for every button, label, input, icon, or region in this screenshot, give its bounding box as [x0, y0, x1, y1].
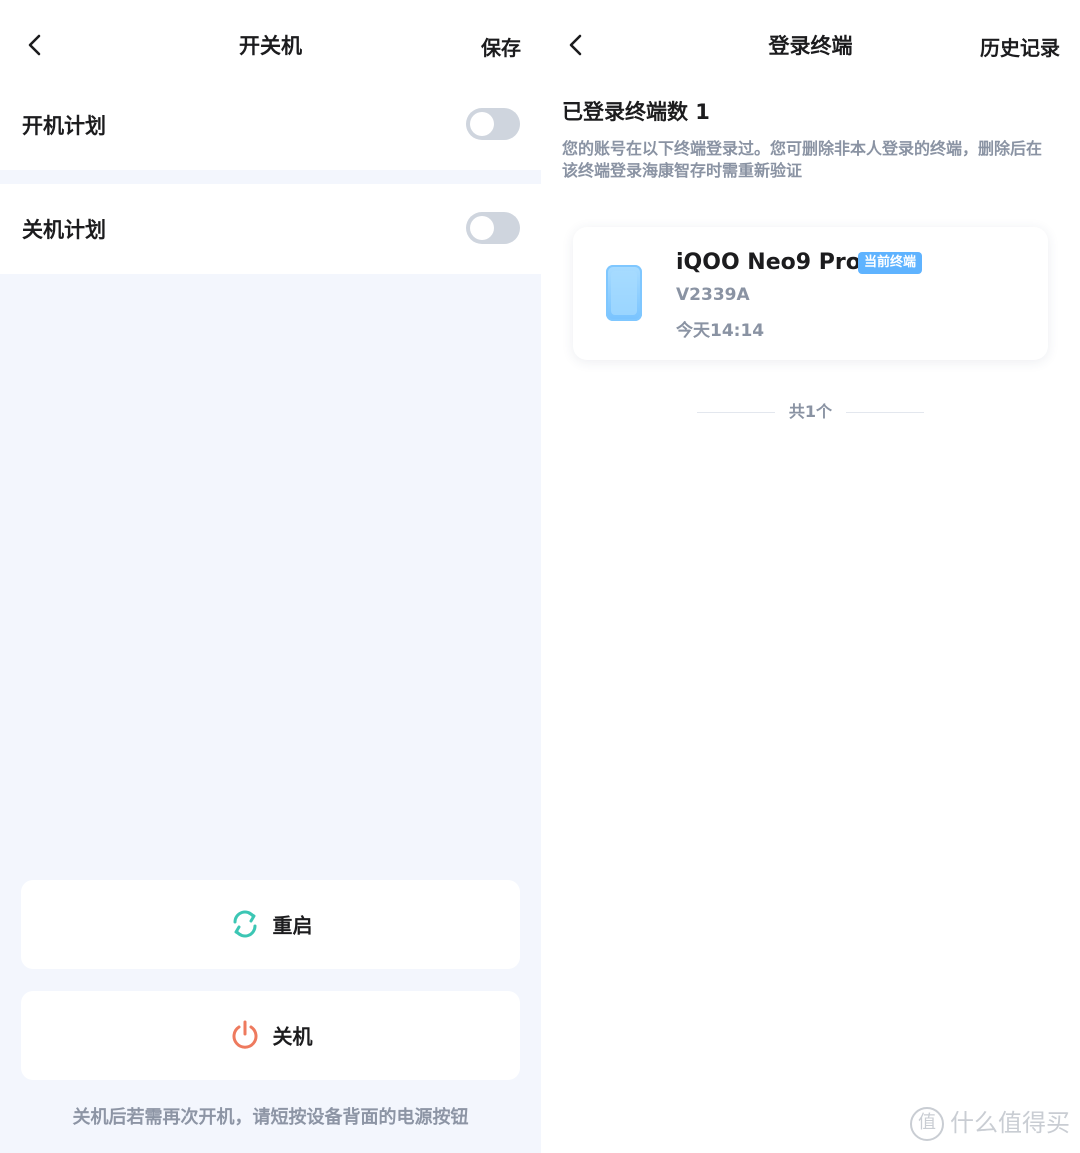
- phone-icon: [606, 265, 642, 321]
- device-total: 共1个: [541, 398, 1080, 422]
- navbar-devices: 登录终端 历史记录: [541, 0, 1080, 92]
- power-settings-panel: 开关机 保存 开机计划 关机计划 重启 关机 关机后若需再次开机，请短按设备背面…: [0, 0, 541, 1153]
- divider: [846, 412, 925, 413]
- schedule-label: 关机计划: [22, 218, 106, 242]
- power-on-schedule-toggle[interactable]: [466, 108, 520, 140]
- toggle-knob: [470, 112, 494, 136]
- navbar-power: 开关机 保存: [0, 0, 541, 92]
- page-title: 开关机: [239, 34, 302, 58]
- device-total-label: 共1个: [788, 402, 833, 421]
- watermark-text: 什么值得买: [950, 1109, 1070, 1137]
- watermark: 值什么值得买: [910, 1103, 1070, 1141]
- device-count-title: 已登录终端数 1: [562, 100, 710, 124]
- schedule-row-power-on: 开机计划: [0, 80, 541, 170]
- schedule-label: 开机计划: [22, 114, 106, 138]
- login-devices-panel: 登录终端 历史记录 已登录终端数 1 您的账号在以下终端登录过。您可删除非本人登…: [541, 0, 1080, 1153]
- device-login-time: 今天14:14: [676, 321, 765, 341]
- restart-button[interactable]: 重启: [21, 880, 520, 969]
- device-card[interactable]: iQOO Neo9 Pro 当前终端 V2339A 今天14:14: [573, 227, 1048, 360]
- shutdown-hint: 关机后若需再次开机，请短按设备背面的电源按钮: [72, 1107, 469, 1128]
- devices-description: 您的账号在以下终端登录过。您可删除非本人登录的终端，删除后在该终端登录海康智存时…: [562, 139, 1043, 180]
- toggle-knob: [470, 216, 494, 240]
- power-icon: [232, 1020, 257, 1049]
- current-device-badge: 当前终端: [858, 252, 923, 274]
- restart-icon: [233, 910, 256, 938]
- history-button[interactable]: 历史记录: [980, 32, 1060, 61]
- schedule-row-power-off: 关机计划: [0, 184, 541, 274]
- save-button[interactable]: 保存: [481, 32, 521, 61]
- device-model: V2339A: [676, 285, 750, 305]
- shutdown-button[interactable]: 关机: [21, 991, 520, 1080]
- restart-label: 重启: [272, 913, 313, 938]
- shutdown-label: 关机: [272, 1024, 313, 1049]
- device-name: iQOO Neo9 Pro: [676, 250, 861, 275]
- divider: [696, 412, 775, 413]
- power-off-schedule-toggle[interactable]: [466, 212, 520, 244]
- watermark-logo-icon: 值: [910, 1107, 944, 1141]
